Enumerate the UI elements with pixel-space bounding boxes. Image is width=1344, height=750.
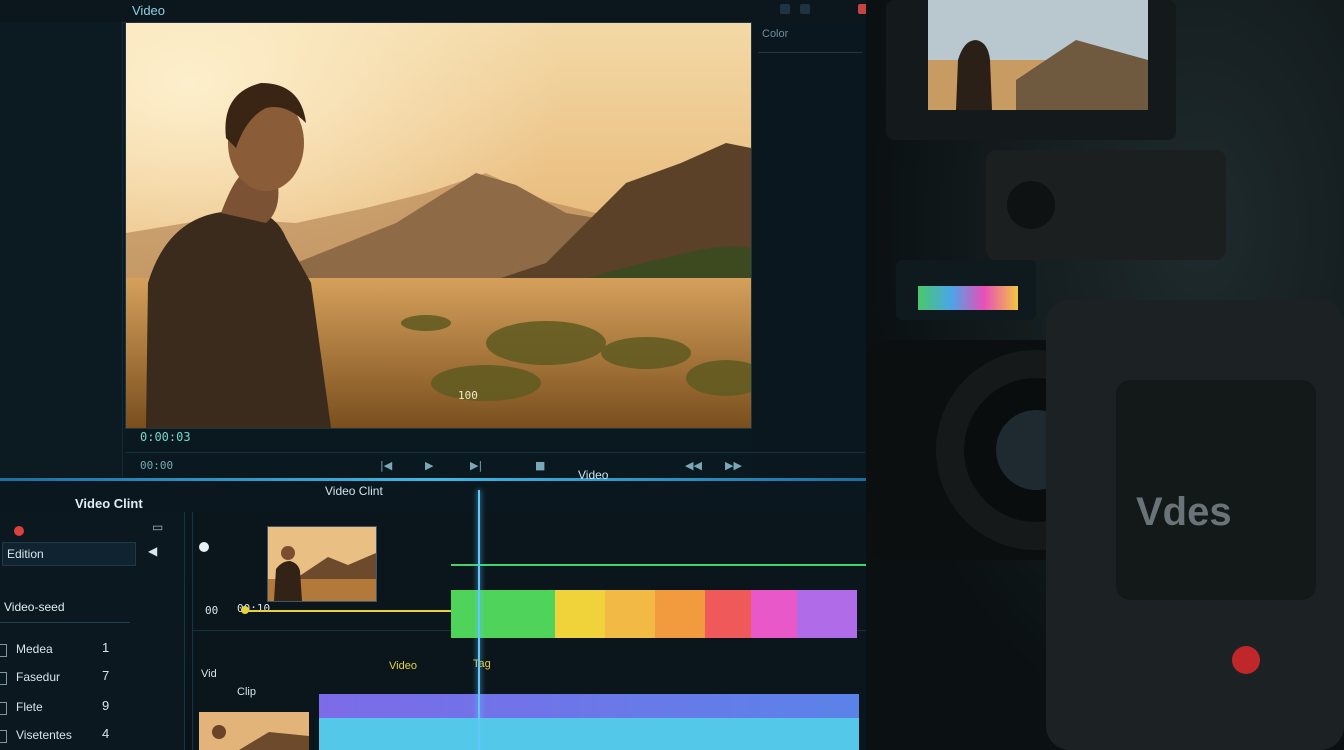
play-button[interactable]: ▶ bbox=[425, 459, 433, 472]
checkbox[interactable] bbox=[0, 702, 7, 715]
app-title: Video bbox=[132, 3, 166, 18]
clip-red[interactable] bbox=[705, 590, 751, 638]
clip-thumbnail-2[interactable] bbox=[199, 712, 309, 750]
waveform-line bbox=[451, 564, 871, 566]
inspector-divider bbox=[758, 52, 862, 53]
playhead[interactable] bbox=[478, 490, 480, 750]
timeline-right-title: Video bbox=[578, 468, 609, 482]
track2-label-a: Vid bbox=[201, 668, 217, 680]
stop-button[interactable]: ■ bbox=[535, 459, 545, 472]
preview-frame bbox=[126, 23, 751, 428]
skip-back-button[interactable]: |◀ bbox=[380, 459, 392, 472]
skip-forward-button[interactable]: ▶| bbox=[470, 459, 482, 472]
list-item-count: 1 bbox=[102, 640, 110, 655]
title-bar: Video bbox=[0, 0, 880, 23]
collapse-icon[interactable]: ◀ bbox=[148, 544, 157, 558]
clip-magenta[interactable] bbox=[751, 590, 797, 638]
timeline-title: Video Clint bbox=[325, 484, 383, 498]
transport-time: 00:00 bbox=[140, 459, 174, 472]
panel-menu-icon[interactable]: ▭ bbox=[152, 520, 163, 534]
inspector-panel: Color bbox=[752, 22, 868, 477]
clip-gold[interactable] bbox=[605, 590, 655, 638]
panel-search-value: Edition bbox=[7, 547, 44, 561]
svg-text:Vdes: Vdes bbox=[1136, 490, 1232, 534]
list-item-label: Flete bbox=[16, 700, 43, 714]
viewer-timecode: 0:00:03 bbox=[140, 430, 191, 444]
camera-rig: Vdes bbox=[866, 0, 1344, 750]
clip-yellow[interactable] bbox=[555, 590, 605, 638]
left-panel-title: Video Clint bbox=[75, 496, 143, 511]
timeline-header: Video Clint Video Clint Video bbox=[0, 468, 866, 511]
track2-tag: Tag bbox=[473, 658, 491, 670]
checkbox[interactable] bbox=[0, 644, 7, 657]
list-item-label: Visetentes bbox=[16, 728, 72, 742]
section-divider bbox=[0, 622, 130, 623]
checkbox[interactable] bbox=[0, 730, 7, 743]
clip-orange[interactable] bbox=[655, 590, 705, 638]
video-track-1[interactable]: 00 00:10 bbox=[193, 520, 871, 638]
keyframe-icon[interactable] bbox=[241, 606, 249, 614]
list-item-count: 9 bbox=[102, 698, 110, 713]
thumbnail-image-2 bbox=[199, 712, 309, 750]
video-editor-app: Video 100 Color 0:00:03 00:00 |◀ ▶ ▶| ■ … bbox=[0, 0, 880, 750]
panel-search-field[interactable]: Edition bbox=[2, 542, 136, 566]
track2-label-b: Clip bbox=[237, 686, 256, 698]
clip-cyan[interactable] bbox=[319, 718, 859, 750]
record-icon[interactable] bbox=[14, 526, 24, 536]
clip-green[interactable] bbox=[451, 590, 555, 638]
audio-line bbox=[245, 610, 451, 612]
track2-tag: Video bbox=[389, 660, 417, 672]
track-marker bbox=[199, 542, 209, 552]
list-item-label: Fasedur bbox=[16, 670, 61, 684]
panel-divider bbox=[0, 478, 866, 481]
list-item-count: 7 bbox=[102, 668, 110, 683]
project-panel: ▭ Edition ◀ Video-seed Medea 1 Fasedur 7… bbox=[0, 512, 185, 750]
inspector-tab[interactable]: Color bbox=[762, 28, 788, 40]
fast-forward-button[interactable]: ▶▶ bbox=[725, 459, 742, 472]
transport-bar: 00:00 |◀ ▶ ▶| ■ ◀◀ ▶▶ bbox=[125, 452, 865, 479]
checkbox[interactable] bbox=[0, 672, 7, 685]
list-item[interactable]: Flete 9 bbox=[0, 698, 184, 720]
clip-purple[interactable] bbox=[797, 590, 857, 638]
clip-blue[interactable] bbox=[319, 694, 859, 718]
list-item[interactable]: Visetentes 4 bbox=[0, 726, 184, 748]
timeline-tracks[interactable]: 00 00:10 Vid Clip Video Tag bbox=[192, 512, 871, 750]
camera-illustration: Vdes bbox=[866, 0, 1344, 750]
video-track-2[interactable]: Vid Clip Video Tag bbox=[193, 638, 868, 750]
list-item[interactable]: Fasedur 7 bbox=[0, 668, 184, 690]
section-title: Video-seed bbox=[4, 600, 65, 614]
minimize-icon[interactable] bbox=[780, 4, 790, 14]
thumbnail-image bbox=[268, 527, 376, 601]
track-time-a: 00 bbox=[205, 604, 219, 617]
media-strip bbox=[0, 22, 123, 477]
list-item-count: 4 bbox=[102, 726, 110, 741]
rewind-button[interactable]: ◀◀ bbox=[685, 459, 702, 472]
maximize-icon[interactable] bbox=[800, 4, 810, 14]
clip-thumbnail[interactable] bbox=[267, 526, 377, 602]
preview-viewer[interactable]: 100 bbox=[125, 22, 752, 429]
viewer-overlay-label: 100 bbox=[458, 389, 478, 402]
list-item-label: Medea bbox=[16, 642, 53, 656]
list-item[interactable]: Medea 1 bbox=[0, 640, 184, 662]
